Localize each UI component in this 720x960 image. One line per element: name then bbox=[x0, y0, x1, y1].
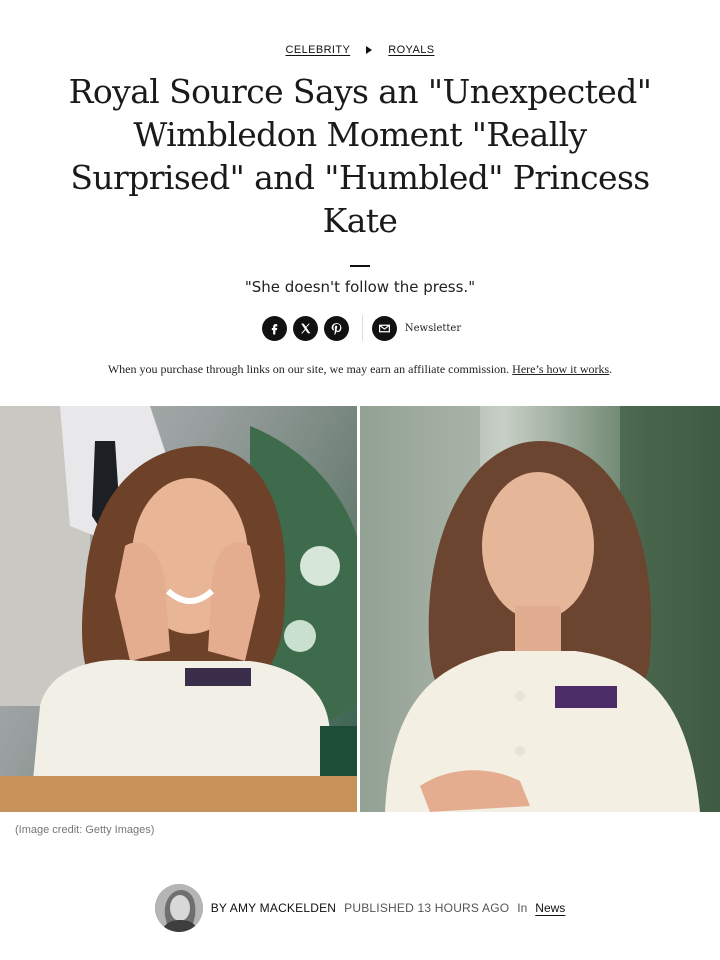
byline-published: PUBLISHED 13 HOURS AGO bbox=[344, 901, 510, 915]
hero-image bbox=[0, 406, 720, 812]
image-credit: (Image credit: Getty Images) bbox=[15, 824, 155, 836]
share-bar: Newsletter bbox=[0, 315, 720, 341]
affiliate-disclosure: When you purchase through links on our s… bbox=[0, 362, 720, 377]
byline-section-link[interactable]: News bbox=[535, 901, 565, 915]
byline-in-label: In bbox=[517, 901, 528, 915]
hero-photo-right bbox=[360, 406, 720, 812]
facebook-icon[interactable] bbox=[261, 315, 287, 341]
affiliate-link[interactable]: Here’s how it works bbox=[512, 362, 609, 376]
newsletter-label: Newsletter bbox=[404, 322, 462, 334]
x-icon[interactable] bbox=[292, 315, 318, 341]
author-avatar[interactable] bbox=[154, 884, 203, 932]
article-headline: Royal Source Says an "Unexpected" Wimble… bbox=[68, 72, 652, 240]
breadcrumb-celebrity[interactable]: CELEBRITY bbox=[286, 44, 351, 56]
byline-author[interactable]: BY AMY MACKELDEN bbox=[211, 901, 336, 915]
breadcrumb-arrow-icon bbox=[366, 46, 373, 54]
pinterest-icon[interactable] bbox=[323, 315, 349, 341]
headline-divider bbox=[350, 265, 370, 267]
breadcrumb-royals[interactable]: ROYALS bbox=[388, 44, 434, 56]
hero-photo-left bbox=[0, 406, 357, 812]
mail-icon bbox=[371, 315, 397, 341]
breadcrumb: CELEBRITY ROYALS bbox=[0, 44, 720, 56]
newsletter-button[interactable]: Newsletter bbox=[371, 315, 462, 341]
share-divider bbox=[361, 315, 363, 341]
byline: BY AMY MACKELDEN PUBLISHED 13 HOURS AGO … bbox=[0, 884, 720, 932]
affiliate-suffix: . bbox=[609, 362, 613, 376]
affiliate-text: When you purchase through links on our s… bbox=[107, 362, 513, 376]
article-standfirst: "She doesn't follow the press." bbox=[244, 278, 476, 296]
